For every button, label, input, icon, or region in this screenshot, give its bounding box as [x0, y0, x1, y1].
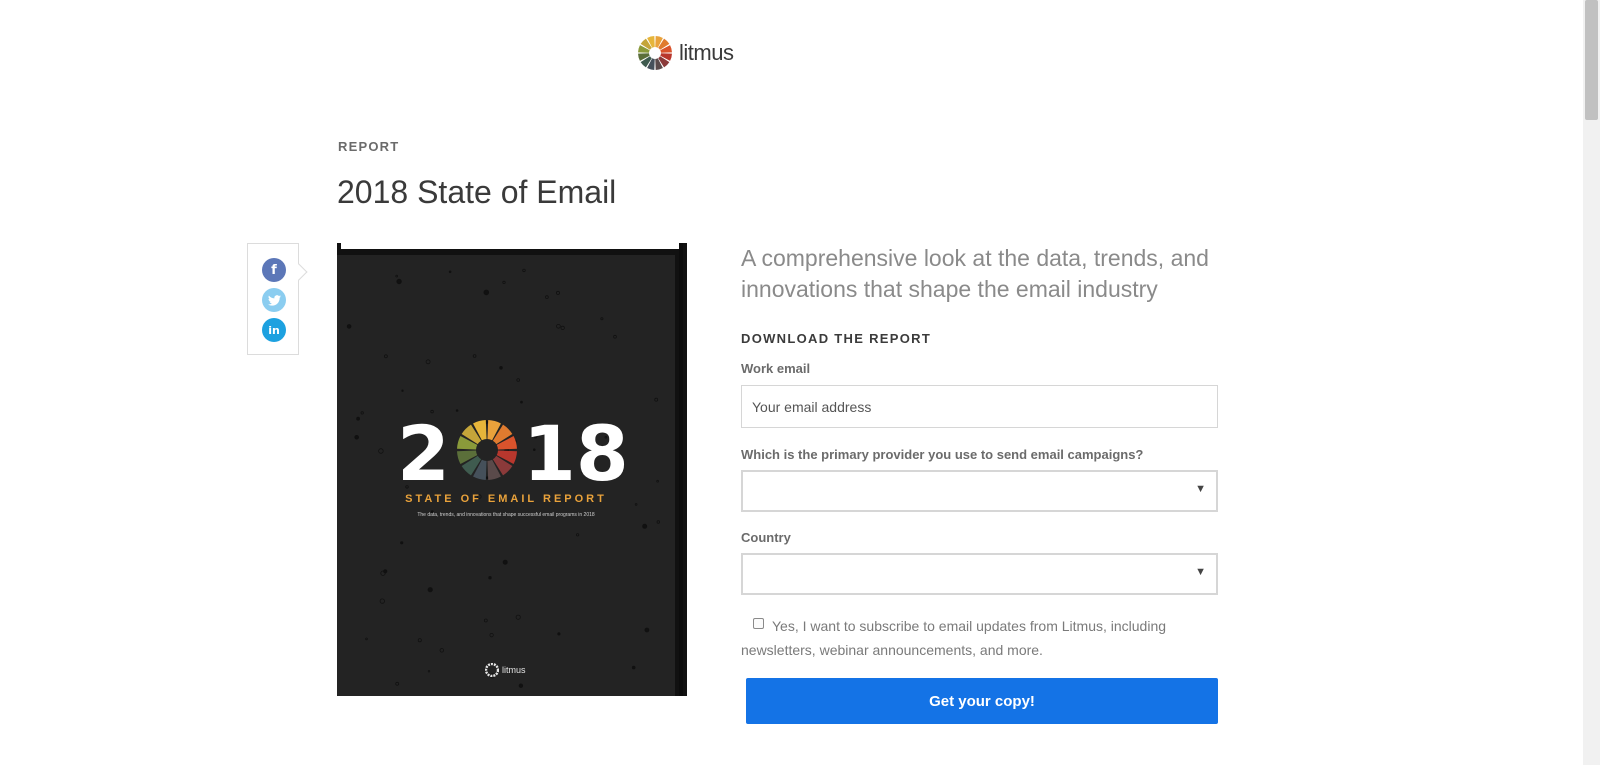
report-description: A comprehensive look at the data, trends… [741, 245, 1209, 302]
page-scrollbar[interactable] [1583, 0, 1600, 765]
country-select[interactable]: ▼ [741, 553, 1218, 595]
cover-logo-text: litmus [502, 665, 526, 675]
get-copy-button[interactable]: Get your copy! [746, 678, 1218, 724]
cover-year-graphic: 2 18 [397, 410, 627, 490]
cover-dot [656, 520, 660, 524]
cover-dot [483, 289, 490, 296]
cover-dot [395, 681, 400, 686]
cover-dot [520, 400, 523, 404]
cover-dot [557, 632, 561, 636]
litmus-wheel-icon [638, 36, 672, 70]
cover-year-2: 2 [397, 410, 450, 490]
cover-dot [383, 569, 388, 574]
chevron-down-icon: ▼ [1195, 483, 1206, 495]
cover-dot [516, 378, 521, 382]
cover-dot [642, 523, 648, 529]
cover-dot [644, 627, 650, 633]
cover-subtitle: STATE OF EMAIL REPORT [405, 493, 607, 505]
provider-select[interactable]: ▼ [741, 470, 1218, 512]
cover-dot [502, 280, 506, 284]
cover-dot [522, 268, 526, 273]
subscribe-checkbox[interactable] [753, 618, 764, 629]
cover-dot [360, 411, 364, 415]
cover-dot [427, 587, 433, 593]
cover-dot [555, 290, 560, 295]
cover-dot [545, 295, 549, 299]
cover-logo: litmus [485, 663, 526, 677]
cover-tagline: The data, trends, and innovations that s… [417, 512, 595, 518]
cover-dot [613, 334, 617, 339]
cover-logo-icon [485, 663, 499, 677]
page-title: 2018 State of Email [337, 174, 617, 210]
cover-dot [401, 389, 404, 392]
twitter-bird-icon [267, 294, 281, 306]
cover-dot [379, 598, 385, 604]
form-heading: DOWNLOAD THE REPORT [741, 331, 932, 346]
cover-dot [396, 278, 402, 285]
cover-dot [417, 638, 422, 643]
report-cover: 2 18 STATE OF EMAIL REPORT The data, tre… [337, 243, 687, 696]
cover-dot [395, 274, 398, 278]
cover-dot [378, 448, 384, 454]
litmus-logo[interactable]: litmus [637, 34, 734, 72]
cover-dot [384, 354, 388, 359]
page: litmus REPORT 2018 State of Email f in 2… [0, 0, 1568, 765]
cover-dot [483, 618, 488, 623]
cover-dot [656, 479, 659, 483]
eyebrow-label: REPORT [338, 139, 400, 154]
cover-dot [354, 435, 360, 440]
cover-dot [556, 324, 561, 329]
email-input[interactable] [741, 385, 1218, 428]
country-label: Country [741, 530, 791, 545]
cover-dot [515, 614, 521, 620]
cover-dot [448, 270, 452, 274]
provider-label: Which is the primary provider you use to… [741, 447, 1144, 462]
linkedin-icon[interactable]: in [262, 318, 286, 342]
cover-year-18: 18 [523, 410, 627, 490]
cover-dot [600, 317, 604, 321]
cover-dot [439, 648, 444, 653]
cover-dot [631, 665, 636, 670]
cover-dot [488, 576, 492, 580]
cover-dot [427, 670, 431, 673]
cover-spine [679, 243, 683, 696]
chevron-down-icon: ▼ [1195, 566, 1206, 578]
cover-dot [518, 683, 524, 688]
cover-dot [400, 541, 404, 545]
twitter-icon[interactable] [262, 288, 286, 312]
cover-dot [356, 416, 361, 421]
cover-dot [472, 354, 477, 358]
share-box: f in [247, 243, 299, 355]
logo-text: litmus [679, 40, 734, 65]
email-label: Work email [741, 361, 811, 376]
cover-dot [499, 366, 503, 370]
cover-dot [425, 359, 431, 365]
cover-dot [365, 637, 368, 641]
cover-dot [560, 325, 565, 331]
cover-top-edge [341, 243, 681, 249]
cover-artwork: 2 18 STATE OF EMAIL REPORT The data, tre… [337, 255, 675, 696]
scrollbar-thumb[interactable] [1585, 0, 1598, 120]
cover-dot [346, 324, 352, 329]
cover-dot [654, 397, 659, 402]
facebook-icon[interactable]: f [262, 258, 286, 282]
cover-dot [502, 559, 508, 565]
cover-dot [489, 632, 494, 638]
cover-dot [576, 533, 580, 537]
subscribe-consent-text: Yes, I want to subscribe to email update… [741, 618, 1167, 658]
